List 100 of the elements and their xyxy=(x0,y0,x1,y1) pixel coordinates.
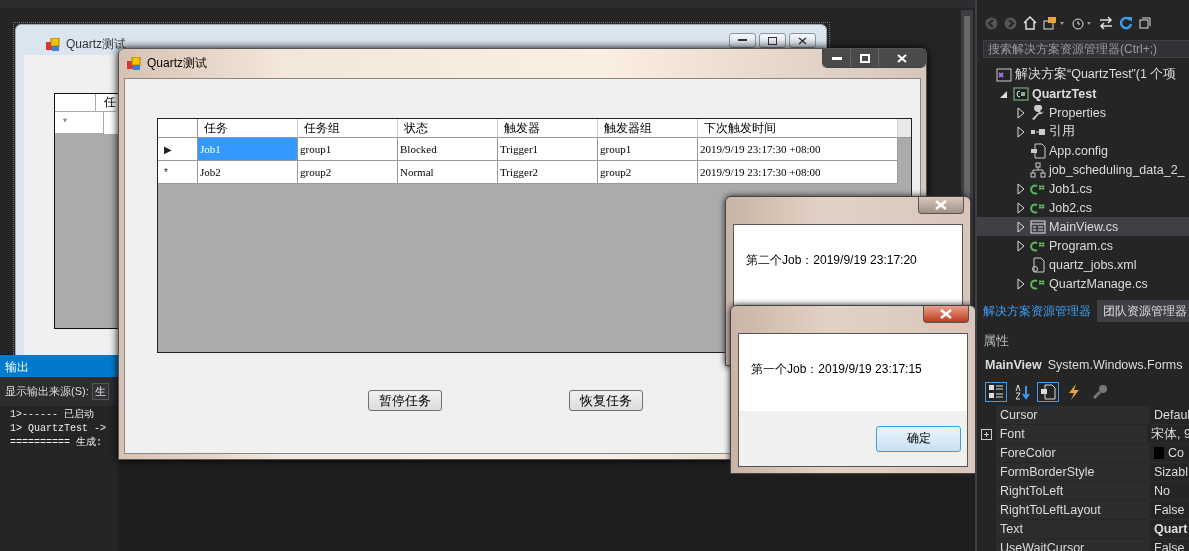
maximize-icon xyxy=(768,36,777,45)
table-cell: group2 xyxy=(598,161,698,184)
maximize-icon xyxy=(859,53,870,63)
table-cell: Trigger2 xyxy=(498,161,598,184)
close-icon xyxy=(940,309,952,319)
tree-item[interactable]: 解决方案“QuartzTest”(1 个项 xyxy=(1015,66,1177,83)
table-cell: Normal xyxy=(398,161,498,184)
home-icon[interactable] xyxy=(1023,16,1037,30)
close-button[interactable] xyxy=(879,49,925,67)
config-file-icon xyxy=(1030,142,1046,159)
properties-icon[interactable] xyxy=(1037,382,1059,402)
tree-item[interactable]: Job2.cs xyxy=(1049,200,1093,215)
refresh-icon[interactable] xyxy=(1119,16,1133,30)
code-file-icon xyxy=(1030,277,1046,290)
property-value[interactable]: Sizabl xyxy=(1154,465,1189,479)
property-name[interactable]: RightToLeft xyxy=(996,482,1150,501)
expand-icon[interactable] xyxy=(980,429,992,440)
property-name[interactable]: RightToLeftLayout xyxy=(996,501,1150,520)
collapsed-arrow-icon[interactable] xyxy=(1015,220,1027,233)
tree-item[interactable]: Job1.cs xyxy=(1049,181,1093,196)
action-button[interactable]: 恢复任务 xyxy=(569,390,643,411)
close-button[interactable] xyxy=(789,33,816,48)
swap-arrows-icon[interactable] xyxy=(1099,16,1113,30)
minimize-icon xyxy=(831,56,842,60)
header-filler xyxy=(898,119,911,138)
property-value[interactable]: Quart xyxy=(1154,522,1188,536)
references-icon xyxy=(1030,126,1046,137)
file-icon xyxy=(1030,256,1046,273)
history-icon[interactable] xyxy=(1071,16,1093,30)
tree-item[interactable]: quartz_jobs.xml xyxy=(1049,257,1137,272)
table-cell: group2 xyxy=(298,161,398,184)
property-name[interactable]: ForeColor xyxy=(996,444,1150,463)
table-cell: Trigger1 xyxy=(498,138,598,161)
property-value[interactable]: No xyxy=(1154,484,1170,498)
collapsed-arrow-icon[interactable] xyxy=(1015,201,1027,214)
property-value[interactable]: False xyxy=(1154,503,1185,517)
code-file-icon xyxy=(1030,182,1046,195)
property-name[interactable]: Cursor xyxy=(996,406,1150,425)
form-file-icon xyxy=(1030,219,1046,234)
table-cell: Job2 xyxy=(198,161,298,184)
windows-icon[interactable] xyxy=(1139,16,1151,30)
dialog-message: 第一个Job：2019/9/19 23:17:15 xyxy=(750,361,923,378)
collapsed-arrow-icon[interactable] xyxy=(1015,239,1027,252)
table-cell: group1 xyxy=(598,138,698,161)
close-icon xyxy=(897,53,907,63)
search-field[interactable]: 搜索解决方案资源管理器(Ctrl+;) xyxy=(983,40,1189,58)
property-name[interactable]: Font xyxy=(995,425,1148,444)
close-icon xyxy=(798,36,807,45)
code-file-icon xyxy=(1030,239,1046,252)
maximize-button[interactable] xyxy=(759,33,786,48)
table-cell: 2019/9/19 23:17:30 +08:00 xyxy=(698,161,898,184)
object-type: System.Windows.Forms xyxy=(1047,358,1183,372)
panel-title: 属性 xyxy=(982,333,1010,350)
property-value[interactable]: Defaul xyxy=(1154,408,1189,422)
panel-title: 输出 xyxy=(0,355,118,377)
table-cell: Blocked xyxy=(398,138,498,161)
tree-item[interactable]: Properties xyxy=(1049,105,1106,120)
tree-item[interactable]: Program.cs xyxy=(1049,238,1113,253)
code-file-icon xyxy=(1030,201,1046,214)
output-line: 1>------ 已启动 xyxy=(10,408,95,421)
project-icon xyxy=(1013,86,1029,101)
tree-item[interactable]: QuartzTest xyxy=(1032,86,1097,101)
action-button[interactable]: 暂停任务 xyxy=(368,390,442,411)
tree-item[interactable]: QuartzManage.cs xyxy=(1049,276,1148,291)
table-cell: group1 xyxy=(298,138,398,161)
panel-tab[interactable]: 团队资源管理器 xyxy=(1097,300,1189,322)
close-button[interactable] xyxy=(923,306,969,323)
property-name[interactable]: Text xyxy=(996,520,1150,539)
property-name[interactable]: FormBorderStyle xyxy=(996,463,1150,482)
minimize-button[interactable] xyxy=(823,49,851,67)
close-button[interactable] xyxy=(918,197,964,214)
table-cell: 2019/9/19 23:17:30 +08:00 xyxy=(698,138,898,161)
collapsed-arrow-icon[interactable] xyxy=(1015,182,1027,195)
form-icon xyxy=(127,56,141,71)
collapsed-arrow-icon[interactable] xyxy=(1015,125,1027,138)
tree-item[interactable]: 引用 xyxy=(1049,123,1075,140)
solution-icon xyxy=(996,67,1012,82)
panel-tab[interactable]: 解决方案资源管理器 xyxy=(977,300,1097,322)
sync-icon[interactable] xyxy=(1043,16,1065,30)
source-dropdown[interactable]: 生 xyxy=(91,383,109,400)
minimize-button[interactable] xyxy=(729,33,756,48)
output-line: 1> QuartzTest -> xyxy=(10,422,107,435)
maximize-button[interactable] xyxy=(851,49,879,67)
collapsed-arrow-icon[interactable] xyxy=(1015,106,1027,119)
tree-item[interactable]: App.config xyxy=(1049,143,1109,158)
property-value[interactable]: Co xyxy=(1168,446,1184,460)
ok-button[interactable]: 确定 xyxy=(876,425,961,452)
output-line: ========== 生成: xyxy=(10,436,103,449)
row-marker: * xyxy=(158,161,198,184)
minimize-icon xyxy=(738,39,747,42)
row-marker: ▶ xyxy=(158,138,198,161)
tree-item[interactable]: job_scheduling_data_2_ xyxy=(1049,162,1185,177)
source-label: 显示输出来源(S): xyxy=(5,384,89,399)
window-title: Quartz测试 xyxy=(147,55,207,72)
dialog-message: 第二个Job：2019/9/19 23:17:20 xyxy=(745,252,918,269)
categorized-icon[interactable] xyxy=(985,382,1007,402)
window-title: Quartz测试 xyxy=(66,36,126,53)
table-cell: Job1 xyxy=(198,138,298,161)
collapsed-arrow-icon[interactable] xyxy=(1015,277,1027,290)
close-icon xyxy=(935,200,947,210)
